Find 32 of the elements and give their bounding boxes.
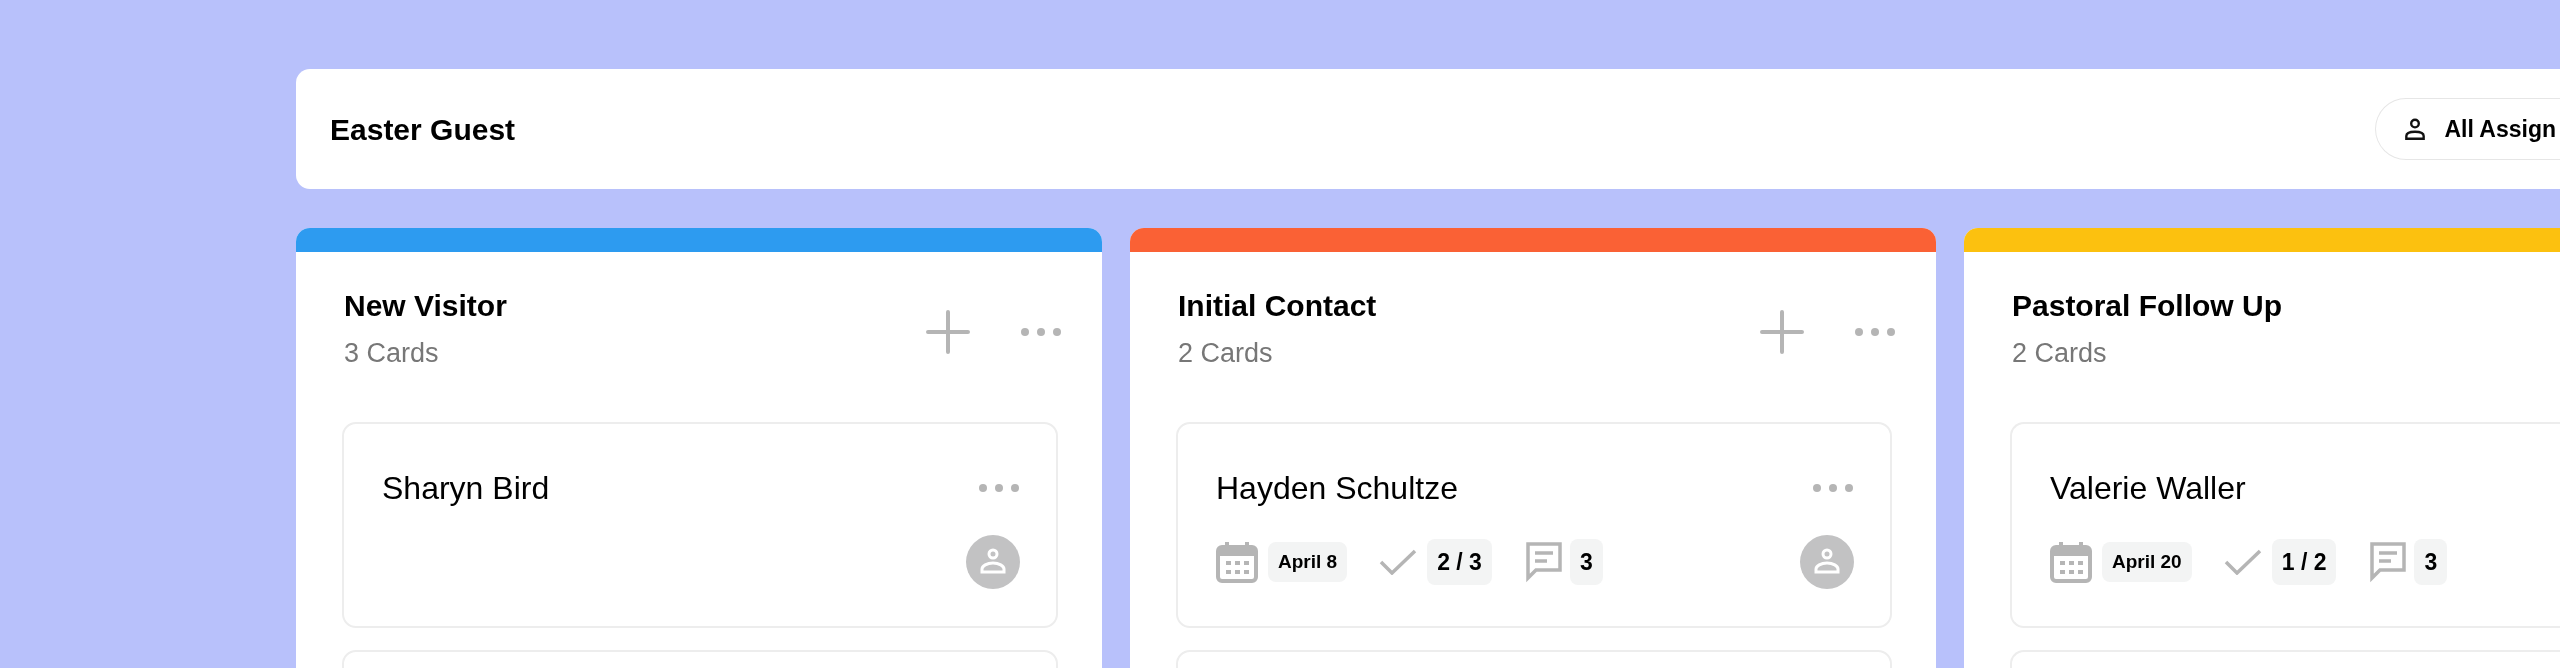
add-icon[interactable] xyxy=(1760,310,1804,354)
comment-count: 3 xyxy=(2414,538,2448,586)
contact-card[interactable]: Hayden Schultze April 8 2 / 3 3 xyxy=(1176,422,1892,628)
card-count: 2 Cards xyxy=(1178,337,1274,370)
card-count: 3 Cards xyxy=(344,337,440,370)
more-icon[interactable] xyxy=(1854,327,1896,337)
checklist-count: 2 / 3 xyxy=(1427,538,1492,586)
board-title: Easter Guest xyxy=(330,111,516,148)
comment-icon xyxy=(2368,541,2409,583)
contact-name: Valerie Waller xyxy=(2050,469,2246,508)
check-icon xyxy=(1379,549,1418,575)
calendar-icon xyxy=(1216,541,1258,583)
column-title: New Visitor xyxy=(344,288,507,324)
contact-card[interactable]: Valerie Waller April 20 1 / 2 3 xyxy=(2010,422,2560,628)
calendar-icon xyxy=(2050,541,2092,583)
more-icon[interactable] xyxy=(1812,483,1854,493)
contact-name: Hayden Schultze xyxy=(1216,469,1458,508)
card-count: 2 Cards xyxy=(2012,337,2108,370)
column-title: Initial Contact xyxy=(1178,288,1377,324)
more-icon[interactable] xyxy=(1020,327,1062,337)
comment-count: 3 xyxy=(1569,538,1603,586)
column-title: Pastoral Follow Up xyxy=(2012,288,2283,324)
comment-icon xyxy=(1523,541,1564,583)
add-icon[interactable] xyxy=(926,310,970,354)
assignee-filter-button[interactable]: All Assign xyxy=(2375,98,2560,160)
contact-card[interactable]: Sharyn Bird xyxy=(342,422,1058,628)
checklist-count: 1 / 2 xyxy=(2271,538,2337,586)
contact-name: Sharyn Bird xyxy=(382,469,550,508)
due-date: April 20 xyxy=(2102,541,2192,583)
check-icon xyxy=(2223,549,2262,575)
due-date: April 8 xyxy=(1268,541,1348,583)
more-icon[interactable] xyxy=(978,483,1020,493)
